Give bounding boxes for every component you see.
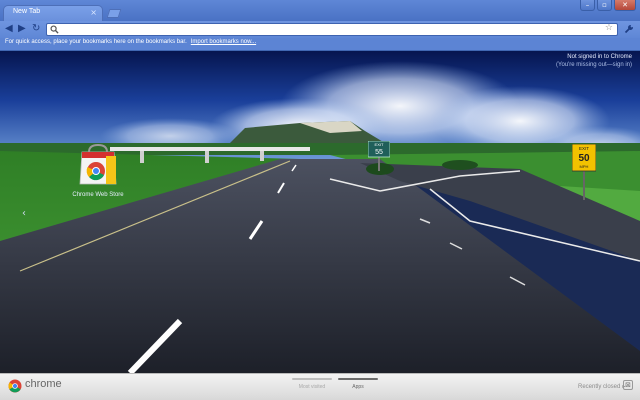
speed-sign: EXIT 50 MPH (572, 144, 596, 200)
maximize-button[interactable]: ▫ (597, 0, 612, 11)
app-tile-chrome-web-store[interactable]: Chrome Web Store (64, 142, 132, 212)
chrome-logo-text: chrome (25, 378, 62, 390)
window-controls: – ▫ ✕ (578, 0, 636, 11)
speed-sign-number: 50 (578, 153, 590, 164)
page-left-arrow-icon[interactable]: ‹ (22, 208, 26, 219)
signin-status: Not signed in to Chrome (567, 54, 632, 60)
page-switcher-apps[interactable]: Apps (338, 378, 378, 390)
page-switcher-label: Apps (352, 384, 364, 390)
tab-close-icon[interactable]: × (90, 7, 97, 19)
minimize-button[interactable]: – (580, 0, 595, 11)
speed-sign-unit: MPH (580, 164, 589, 169)
exit-sign-number: 55 (375, 149, 383, 156)
back-button[interactable]: ◀ (5, 23, 13, 35)
page-switcher-bar (292, 378, 332, 380)
omnibox[interactable]: ☆ (46, 23, 618, 36)
new-tab-page: EXIT 55 EXIT 50 MPH Not signed in to Chr… (0, 51, 640, 373)
recently-closed-label: Recently closed (578, 384, 621, 390)
search-icon (50, 25, 59, 34)
bottom-bar: chrome Most visited Apps Recently closed… (0, 373, 640, 400)
bookmarks-bar: For quick access, place your bookmarks h… (0, 38, 640, 51)
bookmark-star-icon[interactable]: ☆ (605, 23, 613, 33)
tab-title: New Tab (13, 8, 41, 15)
trash-icon[interactable]: ⊠ (623, 380, 633, 390)
app-label: Chrome Web Store (72, 192, 124, 198)
tab-new-tab[interactable]: New Tab × (3, 5, 103, 21)
forward-button[interactable]: ▶ (18, 23, 26, 35)
title-bar: New Tab × – ▫ ✕ (0, 0, 640, 21)
toolbar: ◀ ▶ ↻ ☆ (0, 21, 640, 38)
recently-closed-menu[interactable]: Recently closed ▸ (578, 383, 625, 390)
bookmarks-prompt-text: For quick access, place your bookmarks h… (5, 39, 187, 45)
signin-link[interactable]: (You're missing out—sign in) (556, 62, 632, 68)
speed-sign-label: EXIT (579, 146, 589, 151)
wrench-icon[interactable] (624, 24, 634, 34)
exit-sign-header: EXIT (375, 142, 384, 147)
chrome-logo-icon (8, 379, 22, 393)
signin-area: Not signed in to Chrome (You're missing … (556, 54, 632, 68)
page-switcher-most-visited[interactable]: Most visited (292, 378, 332, 390)
theme-background (0, 51, 640, 373)
page-switcher-label: Most visited (298, 384, 326, 390)
import-bookmarks-link[interactable]: Import bookmarks now... (191, 39, 256, 45)
bookmarks-prompt: For quick access, place your bookmarks h… (5, 39, 256, 45)
reload-button[interactable]: ↻ (32, 23, 40, 35)
close-window-button[interactable]: ✕ (614, 0, 636, 11)
new-tab-button[interactable] (106, 9, 122, 18)
page-switcher-bar (338, 378, 378, 380)
chrome-web-store-icon (79, 143, 117, 185)
exit-sign: EXIT 55 (368, 141, 390, 171)
